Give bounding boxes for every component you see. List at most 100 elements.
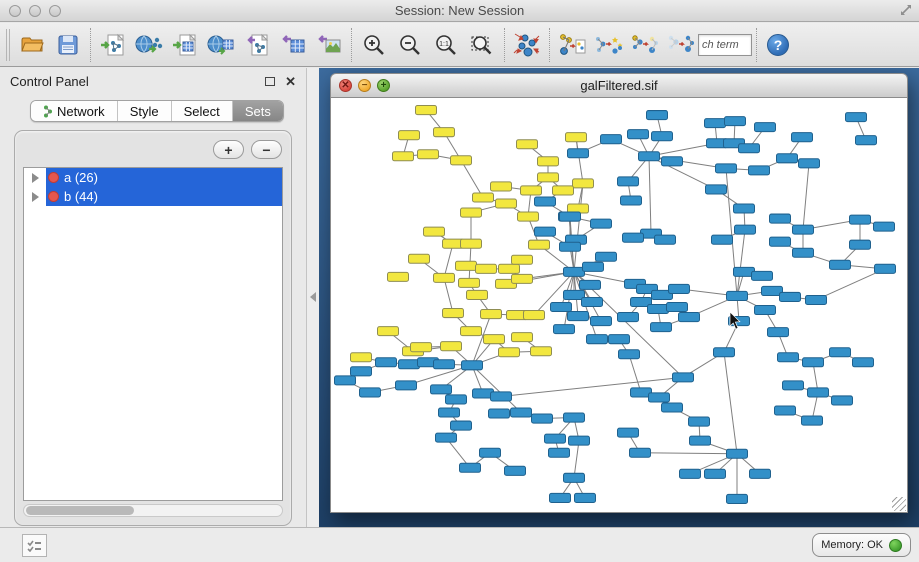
graph-edge[interactable] [461,160,483,197]
graph-node[interactable] [648,304,669,313]
graph-node[interactable] [575,493,596,502]
graph-node[interactable] [529,240,550,249]
graph-edge[interactable] [444,278,453,313]
graph-node[interactable] [545,434,566,443]
graph-node[interactable] [568,312,589,321]
graph-node[interactable] [441,342,462,351]
zoom-fit-selected-button[interactable] [464,27,500,63]
graph-node[interactable] [456,261,477,270]
memory-status-button[interactable]: Memory: OK [812,533,911,557]
graph-node[interactable] [351,353,372,362]
graph-node[interactable] [388,272,409,281]
graph-edge[interactable] [724,352,737,453]
graph-node[interactable] [431,385,452,394]
graph-node[interactable] [770,214,791,223]
graph-node[interactable] [473,193,494,202]
task-history-button[interactable] [22,534,47,557]
graph-node[interactable] [850,240,871,249]
graph-node[interactable] [443,309,464,318]
graph-node[interactable] [669,284,690,293]
graph-node[interactable] [639,152,660,161]
graph-node[interactable] [560,212,581,221]
hide-selected-button[interactable] [626,27,662,63]
new-network-from-selection-button[interactable] [554,27,590,63]
graph-node[interactable] [850,215,871,224]
zoom-out-button[interactable] [392,27,428,63]
graph-node[interactable] [591,219,612,228]
set-row-b[interactable]: b (44) [24,187,282,206]
graph-node[interactable] [690,436,711,445]
graph-node[interactable] [434,360,455,369]
graph-node[interactable] [583,262,604,271]
graph-node[interactable] [587,335,608,344]
select-first-neighbors-button[interactable] [590,27,626,63]
graph-node[interactable] [439,408,460,417]
tab-network[interactable]: Network [31,101,118,121]
save-session-button[interactable] [50,27,86,63]
graph-node[interactable] [680,469,701,478]
help-button[interactable]: ? [767,34,789,56]
graph-node[interactable] [538,173,559,182]
set-row-a[interactable]: a (26) [24,168,282,187]
graph-node[interactable] [705,469,726,478]
graph-node[interactable] [705,119,726,128]
graph-node[interactable] [655,235,676,244]
graph-node[interactable] [750,469,771,478]
graph-node[interactable] [652,132,673,141]
import-network-file-button[interactable] [95,27,131,63]
network-window-titlebar[interactable]: ✕ − + galFiltered.sif [330,73,908,98]
frame-close-button[interactable]: ✕ [339,79,352,92]
graph-edge[interactable] [737,230,745,296]
graph-node[interactable] [853,358,874,367]
graph-node[interactable] [618,428,639,437]
resize-grip-icon[interactable] [892,497,906,511]
graph-node[interactable] [424,227,445,236]
graph-node[interactable] [560,242,581,251]
graph-node[interactable] [434,273,455,282]
graph-node[interactable] [399,131,420,140]
graph-node[interactable] [874,222,895,231]
graph-node[interactable] [830,348,851,357]
graph-node[interactable] [512,333,533,342]
graph-node[interactable] [460,463,481,472]
graph-node[interactable] [573,179,594,188]
graph-node[interactable] [846,113,867,122]
graph-node[interactable] [712,235,733,244]
graph-node[interactable] [727,449,748,458]
graph-node[interactable] [538,157,559,166]
graph-edge[interactable] [574,183,583,271]
graph-node[interactable] [716,164,737,173]
close-panel-icon[interactable]: ✕ [285,75,296,88]
graph-node[interactable] [580,280,601,289]
graph-node[interactable] [335,376,356,385]
graph-node[interactable] [378,327,399,336]
remove-set-button[interactable]: − [251,140,282,159]
tab-style[interactable]: Style [118,101,172,121]
graph-node[interactable] [476,264,497,273]
graph-node[interactable] [511,408,532,417]
graph-node[interactable] [512,274,533,283]
toolbar-drag-handle[interactable] [6,29,10,61]
graph-node[interactable] [491,182,512,191]
graph-node[interactable] [749,166,770,175]
tab-sets[interactable]: Sets [233,101,283,121]
graph-node[interactable] [778,353,799,362]
graph-node[interactable] [569,436,590,445]
graph-node[interactable] [564,413,585,422]
graph-node[interactable] [564,473,585,482]
scrollbar-thumb[interactable] [26,506,134,515]
graph-node[interactable] [491,392,512,401]
graph-node[interactable] [360,388,381,397]
graph-node[interactable] [518,212,539,221]
graph-node[interactable] [802,416,823,425]
collapse-panel-arrow[interactable] [310,292,316,302]
graph-node[interactable] [830,260,851,269]
graph-node[interactable] [673,373,694,382]
graph-node[interactable] [461,208,482,217]
graph-node[interactable] [618,177,639,186]
import-network-url-button[interactable] [131,27,167,63]
graph-node[interactable] [393,152,414,161]
graph-node[interactable] [630,448,651,457]
apply-preferred-layout-button[interactable] [509,27,545,63]
graph-node[interactable] [461,239,482,248]
